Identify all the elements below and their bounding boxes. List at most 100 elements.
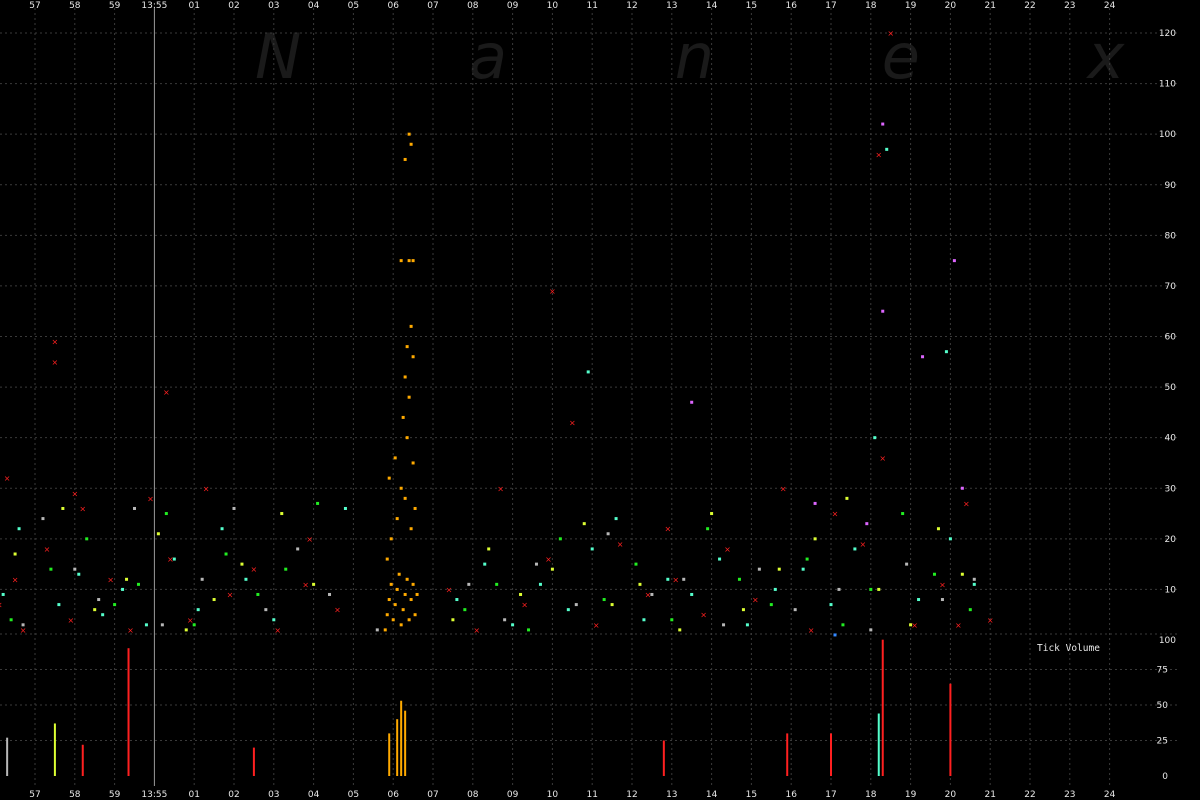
trade-mark xyxy=(634,562,638,566)
volume-bar xyxy=(396,719,399,776)
x-tick-label-top: 20 xyxy=(945,1,957,11)
trade-mark: × xyxy=(593,621,600,630)
x-tick-label-top: 19 xyxy=(905,1,917,11)
volume-bar xyxy=(949,683,952,776)
trade-mark xyxy=(393,603,397,607)
y-tick-label: 80 xyxy=(1165,231,1177,241)
trade-mark xyxy=(769,603,773,607)
x-tick-label-bottom: 06 xyxy=(387,790,399,800)
trade-mark xyxy=(614,517,618,521)
y-tick-label: 20 xyxy=(1165,535,1177,545)
trade-mark xyxy=(389,537,393,541)
trade-mark xyxy=(387,598,391,602)
trade-mark xyxy=(921,355,925,359)
trade-mark: × xyxy=(127,626,134,635)
x-tick-label-top: 14 xyxy=(706,1,718,11)
trade-mark xyxy=(41,517,45,521)
trade-mark: × xyxy=(911,621,918,630)
trade-mark xyxy=(737,577,741,581)
trade-mark xyxy=(192,623,196,627)
x-tick-label-top: 10 xyxy=(547,1,559,11)
trade-mark xyxy=(666,577,670,581)
trade-mark xyxy=(960,572,964,576)
trade-mark xyxy=(813,537,817,541)
trade-mark: × xyxy=(780,484,787,493)
x-tick-label-bottom: 20 xyxy=(945,790,957,800)
trade-mark xyxy=(399,623,403,627)
trade-mark xyxy=(232,506,236,510)
trade-mark xyxy=(534,562,538,566)
x-tick-label-top: 24 xyxy=(1104,1,1116,11)
trade-mark xyxy=(385,557,389,561)
trade-mark xyxy=(113,603,117,607)
trade-mark xyxy=(869,628,873,632)
trade-mark xyxy=(399,486,403,490)
trade-mark xyxy=(256,592,260,596)
trade-mark: × xyxy=(859,540,866,549)
trade-mark: × xyxy=(251,565,258,574)
trade-mark xyxy=(558,537,562,541)
trade-mark xyxy=(773,587,777,591)
volume-bar xyxy=(877,713,880,776)
trade-mark xyxy=(837,587,841,591)
x-tick-label-top: 02 xyxy=(228,1,239,11)
trade-mark: × xyxy=(832,510,839,519)
x-tick-label-top: 21 xyxy=(984,1,995,11)
trade-mark xyxy=(932,572,936,576)
volume-bar xyxy=(881,639,884,776)
trade-mark xyxy=(757,567,761,571)
y-tick-label: 50 xyxy=(1165,383,1177,393)
trade-mark xyxy=(487,547,491,551)
volume-bar xyxy=(662,740,665,776)
trade-mark xyxy=(1,592,5,596)
trade-mark: × xyxy=(497,484,504,493)
trade-mark xyxy=(200,577,204,581)
trade-mark xyxy=(375,628,379,632)
x-tick-label-bottom: 13:55 xyxy=(141,790,167,800)
x-tick-label-bottom: 13 xyxy=(666,790,677,800)
trade-mark: × xyxy=(44,545,51,554)
x-tick-label-top: 07 xyxy=(427,1,438,11)
trade-mark: × xyxy=(334,606,341,615)
trade-mark xyxy=(638,582,642,586)
x-tick-label-top: 58 xyxy=(69,1,81,11)
x-tick-label-bottom: 18 xyxy=(865,790,877,800)
trade-mark xyxy=(403,375,407,379)
vol-tick-label: 50 xyxy=(1157,701,1169,711)
x-tick-label-top: 03 xyxy=(268,1,279,11)
trade-mark: × xyxy=(955,621,962,630)
trade-mark xyxy=(196,608,200,612)
trade-mark xyxy=(550,567,554,571)
trade-marks: × × × × × × × × × × × × × × × × × × × × × × × × × × × × × × × × × × × × × × × ×… xyxy=(0,29,994,637)
vol-tick-label: 25 xyxy=(1157,737,1168,747)
trade-mark xyxy=(387,476,391,480)
trade-mark: × xyxy=(700,611,707,620)
trade-mark xyxy=(244,577,248,581)
x-tick-label-bottom: 12 xyxy=(626,790,637,800)
y-tick-label: 120 xyxy=(1159,29,1176,39)
x-tick-label-top: 05 xyxy=(348,1,359,11)
x-tick-label-bottom: 03 xyxy=(268,790,279,800)
trade-mark xyxy=(885,147,889,151)
trades-chart: N a n e x × × × × × × × × × × × × × × × × × × × × × × × × × × × × × ×… xyxy=(0,0,1200,800)
trade-mark: × xyxy=(724,545,731,554)
x-tick-label-bottom: 09 xyxy=(507,790,519,800)
trade-mark: × xyxy=(879,454,886,463)
trade-mark xyxy=(409,324,413,328)
price-axis: 100 10 20 30 40 50 60 70 80 90 100 110 120 xyxy=(1159,29,1176,646)
trade-mark xyxy=(395,587,399,591)
y-tick-label: 90 xyxy=(1165,181,1177,191)
tick-volume-label: Tick Volume xyxy=(1037,643,1100,654)
trade-mark: × xyxy=(808,626,815,635)
trade-mark xyxy=(845,496,849,500)
trade-mark: × xyxy=(569,418,576,427)
trade-mark xyxy=(49,567,53,571)
trade-mark xyxy=(881,309,885,313)
trade-mark xyxy=(455,598,459,602)
trade-mark xyxy=(409,142,413,146)
trade-mark xyxy=(690,400,694,404)
volume-bar xyxy=(404,710,407,776)
trade-mark xyxy=(968,608,972,612)
trade-mark xyxy=(722,623,726,627)
trade-mark: × xyxy=(875,150,882,159)
